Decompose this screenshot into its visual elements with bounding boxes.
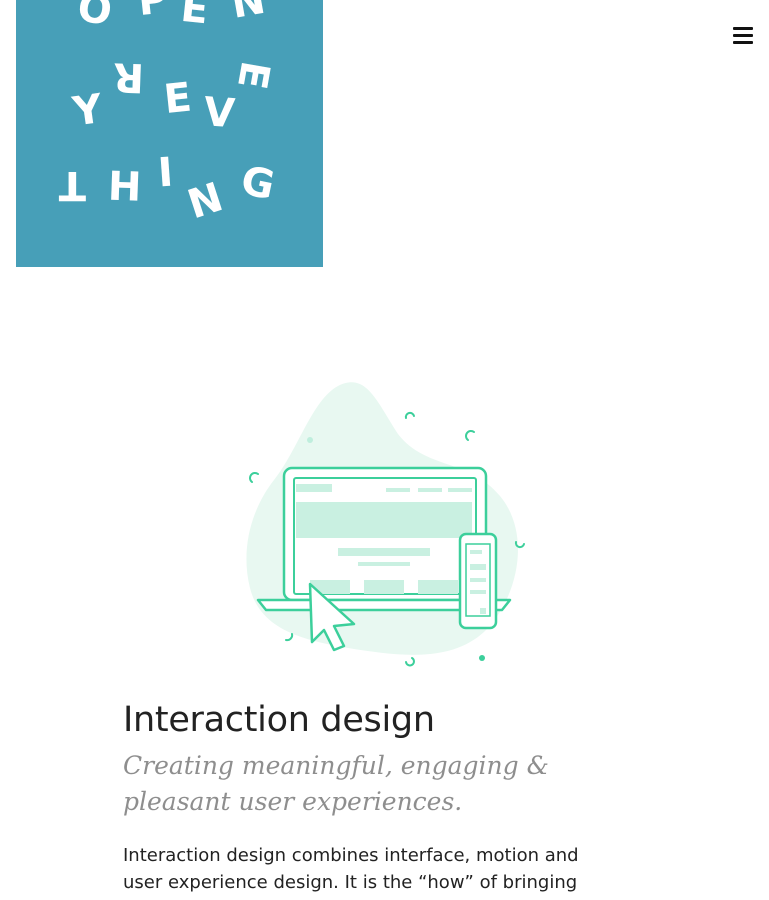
logo-letter: G: [237, 158, 279, 210]
confetti-arc: [285, 633, 294, 642]
open-everything-logo[interactable]: O P E N Y R E V E T H I N G: [16, 0, 323, 267]
confetti-arc: [404, 411, 415, 419]
logo-letter: H: [107, 164, 142, 211]
section-subtitle: Creating meaningful, engaging & pleasant…: [123, 751, 549, 816]
confetti-dot: [479, 655, 485, 661]
page: O P E N Y R E V E T H I N G Interaction …: [0, 0, 769, 900]
logo-letter: V: [202, 89, 236, 137]
logo-letter: N: [228, 0, 269, 28]
logo-letter: O: [75, 0, 115, 35]
logo-letter: T: [58, 162, 86, 208]
confetti-arc: [465, 430, 475, 441]
logo-letter: Y: [69, 86, 106, 136]
section-body: Interaction design combines interface, m…: [123, 845, 579, 900]
section-title: Interaction design: [123, 700, 435, 740]
hamburger-menu-icon[interactable]: [731, 24, 755, 46]
logo-letter: E: [162, 75, 194, 124]
confetti-arc: [249, 472, 259, 483]
logo-letter: I: [156, 150, 174, 197]
logo-letter: E: [228, 58, 278, 93]
interaction-design-section: Interaction design Creating meaningful, …: [123, 692, 643, 900]
logo-letter: P: [136, 0, 170, 25]
responsive-devices-illustration: [238, 378, 538, 678]
phone-icon: [458, 532, 498, 630]
confetti-dot: [307, 437, 313, 443]
logo-artwork: O P E N Y R E V E T H I N G: [58, 0, 279, 228]
menu-icon-graphic: [733, 27, 753, 44]
logo-letter: E: [179, 0, 211, 33]
confetti-arc: [405, 657, 415, 667]
logo-letter: N: [182, 174, 228, 228]
logo-letter: R: [112, 53, 144, 100]
